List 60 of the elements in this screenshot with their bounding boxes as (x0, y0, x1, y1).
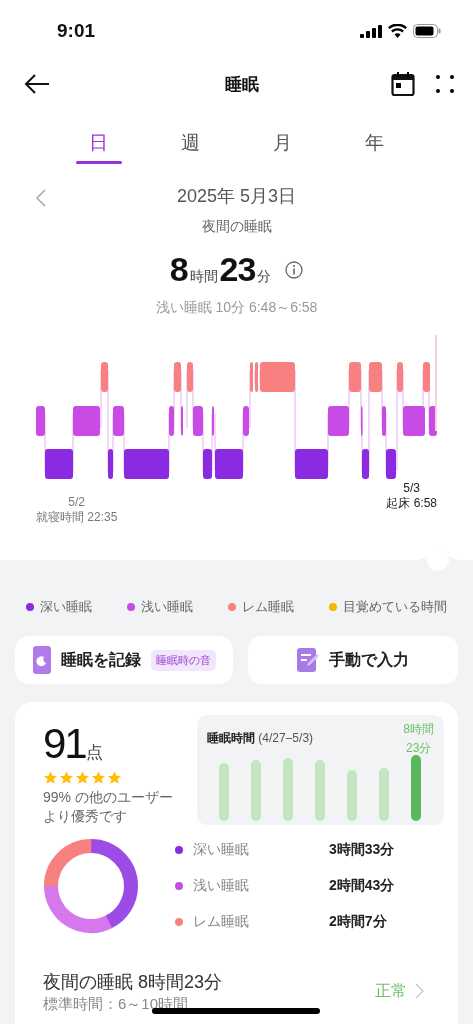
info-icon[interactable] (285, 260, 304, 279)
minutes-value: 23 (219, 250, 256, 289)
note-pencil-icon (297, 648, 319, 672)
period-tab[interactable]: 週 (144, 126, 237, 164)
star-icon (91, 770, 106, 785)
signal-icon (360, 24, 382, 38)
phone-moon-icon (33, 646, 51, 674)
end-date: 5/3 (402, 481, 421, 496)
session-label: 夜間の睡眠 (201, 218, 272, 234)
legend-label: レム睡眠 (242, 598, 295, 616)
period-tab[interactable]: 日 (52, 126, 145, 164)
star-icon (43, 770, 58, 785)
wifi-icon (388, 24, 407, 38)
stage-duration: 2時間7分 (329, 913, 387, 931)
start-date: 5/2 (67, 495, 87, 510)
status-time: 9:01 (57, 20, 96, 42)
week-bar[interactable] (347, 770, 357, 821)
star-icon (59, 770, 74, 785)
date-label: 2025年 5月3日 (176, 186, 297, 206)
page-title: 睡眠 (223, 73, 260, 96)
calendar-icon[interactable] (391, 71, 415, 97)
summary-title: 夜間の睡眠 8時間23分 (43, 971, 223, 994)
sound-tag: 睡眠時の音 (151, 649, 216, 671)
more-icon[interactable] (435, 74, 455, 94)
score-value: 91 (43, 720, 86, 768)
star-icon (107, 770, 122, 785)
hours-value: 8 (169, 250, 188, 289)
stage-label: 深い睡眠 (193, 841, 250, 859)
score-unit: 点 (85, 743, 103, 764)
week-bar[interactable] (315, 760, 325, 821)
week-bar[interactable] (283, 758, 293, 821)
legend-label: 目覚めている時間 (343, 598, 448, 616)
highlight-value: 8時間 23分 (403, 721, 434, 757)
stage-duration: 3時間33分 (329, 841, 395, 859)
star-icon (75, 770, 90, 785)
weekly-title: 睡眠時間 (207, 731, 255, 745)
bedtime-label: 就寝時間 22:35 (36, 510, 118, 525)
stage-label: レム睡眠 (193, 913, 250, 931)
week-bar[interactable] (379, 768, 389, 821)
chevron-left-icon[interactable] (34, 188, 48, 208)
stage-duration: 2時間43分 (329, 877, 395, 895)
legend-label: 深い睡眠 (39, 598, 92, 616)
wake-time-label: 起床 6:58 (386, 496, 437, 511)
stage-label: 浅い睡眠 (193, 877, 250, 895)
manual-button[interactable]: 手動で入力 (248, 636, 458, 684)
chevron-right-icon (415, 983, 424, 999)
weekly-range: (4/27–5/3) (258, 731, 314, 745)
hours-unit: 時間 (189, 268, 218, 286)
period-tab[interactable]: 月 (236, 126, 329, 164)
selection-info: 浅い睡眠 10分 6:48～6:58 (155, 299, 318, 315)
week-bar[interactable] (251, 760, 261, 821)
legend-label: 浅い睡眠 (140, 598, 193, 616)
battery-icon (413, 24, 441, 38)
comparison-text: 99% の他のユーザー (43, 788, 173, 807)
week-bar[interactable] (411, 755, 421, 821)
period-tab[interactable]: 年 (328, 126, 421, 164)
comparison-text: より優秀です (43, 807, 128, 826)
record-button[interactable]: 睡眠を記録 睡眠時の音 (15, 636, 233, 684)
minutes-unit: 分 (257, 268, 272, 286)
week-bar[interactable] (219, 763, 229, 821)
